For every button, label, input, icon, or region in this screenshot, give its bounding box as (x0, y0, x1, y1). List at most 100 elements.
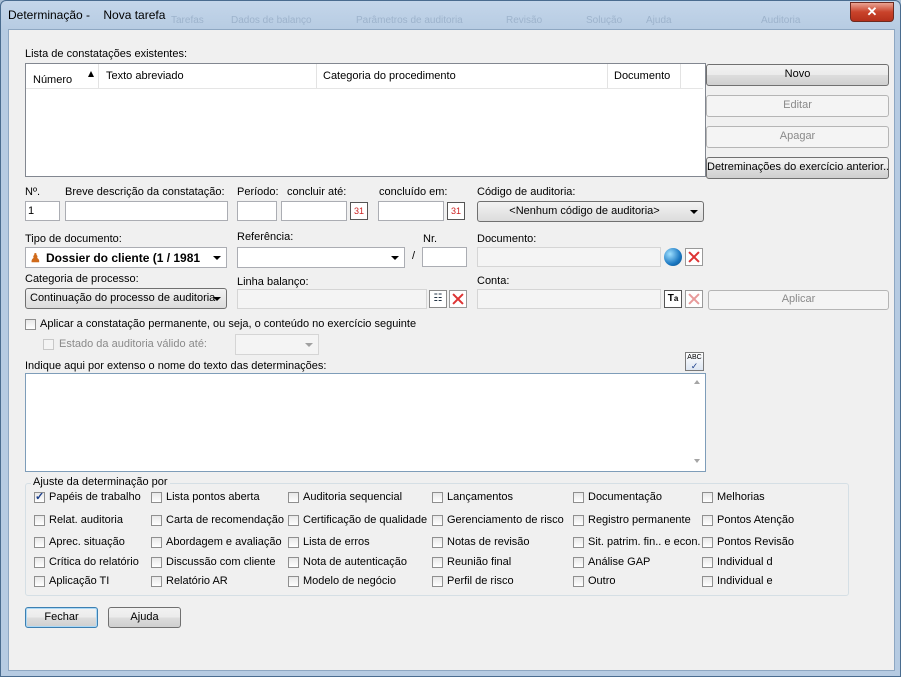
adjust-checkbox[interactable] (288, 515, 299, 526)
clear-account-icon[interactable] (685, 290, 703, 308)
adjust-checkbox[interactable] (702, 515, 713, 526)
adjust-checkbox-label: Outro (588, 575, 616, 587)
text-assist-icon[interactable]: Ta (664, 290, 682, 308)
adjust-checkbox-label: Papéis de trabalho (49, 491, 141, 503)
determination-text-area[interactable] (25, 373, 706, 472)
adjust-checkbox[interactable] (288, 557, 299, 568)
adjust-checkbox[interactable] (432, 557, 443, 568)
balance-line-label: Linha balanço: (237, 276, 309, 288)
adjust-checkbox[interactable] (34, 557, 45, 568)
process-category-label: Categoria de processo: (25, 273, 139, 285)
findings-list-header: Número Texto abreviado Categoria do proc… (26, 64, 703, 89)
balance-line-field[interactable] (237, 289, 427, 309)
audit-state-checkbox[interactable] (43, 339, 54, 350)
adjust-checkbox[interactable] (573, 515, 584, 526)
adjust-checkbox[interactable] (34, 515, 45, 526)
adjust-checkbox[interactable] (702, 557, 713, 568)
column-header-number[interactable]: Número (33, 74, 72, 86)
adjust-checkbox[interactable] (151, 515, 162, 526)
help-button[interactable]: Ajuda (108, 607, 181, 628)
column-header-short-text[interactable]: Texto abreviado (106, 70, 184, 82)
number-field[interactable]: 1 (25, 201, 60, 221)
close-window-button[interactable]: ✕ (850, 2, 894, 22)
adjust-checkbox-label: Documentação (588, 491, 662, 503)
dialog-client-area: Lista de constatações existentes: Número… (8, 29, 895, 671)
permanent-finding-checkbox[interactable] (25, 319, 36, 330)
balance-list-icon[interactable]: ☷ (429, 290, 447, 308)
determination-text-label: Indique aqui por extenso o nome do texto… (25, 360, 327, 372)
adjust-checkbox[interactable] (573, 576, 584, 587)
audit-code-value: <Nenhum código de auditoria> (509, 205, 660, 217)
short-description-field[interactable] (65, 201, 228, 221)
title-bar: Tarefas Dados de balanço Parâmetros de a… (1, 1, 900, 27)
adjust-checkbox[interactable] (573, 537, 584, 548)
background-menu-item: Parâmetros de auditoria (356, 15, 463, 26)
adjust-checkbox-label: Certificação de qualidade (303, 514, 428, 526)
adjust-checkbox[interactable] (702, 492, 713, 503)
adjust-checkbox-label: Lista de erros (303, 536, 370, 548)
account-label: Conta: (477, 275, 510, 287)
background-menu-item: Ajuda (646, 15, 672, 26)
background-menu-item: Revisão (506, 15, 543, 26)
concluded-on-date-field[interactable] (378, 201, 444, 221)
adjust-checkbox[interactable] (151, 557, 162, 568)
adjust-checkbox[interactable] (432, 492, 443, 503)
column-header-procedure-category[interactable]: Categoria do procedimento (323, 70, 456, 82)
period-field[interactable] (237, 201, 277, 221)
number-label: Nº. (25, 186, 41, 198)
adjust-checkbox-label: Melhorias (717, 491, 765, 503)
new-button[interactable]: Novo (706, 64, 889, 86)
process-category-select[interactable]: Continuação do processo de auditoria (25, 288, 227, 309)
chevron-down-icon (391, 256, 399, 260)
adjust-checkbox-label: Individual e (717, 575, 773, 587)
adjust-checkbox[interactable] (151, 492, 162, 503)
reference-select[interactable] (237, 247, 405, 268)
calendar-icon[interactable]: 31 (447, 202, 465, 220)
adjust-checkbox[interactable] (34, 576, 45, 587)
adjust-checkbox[interactable] (288, 576, 299, 587)
adjust-checkbox[interactable] (432, 576, 443, 587)
conclude-by-date-field[interactable] (281, 201, 347, 221)
clear-balance-line-icon[interactable] (449, 290, 467, 308)
account-field[interactable] (477, 289, 661, 309)
background-menu-item: Dados de balanço (231, 15, 312, 26)
document-type-label: Tipo de documento: (25, 233, 122, 245)
adjust-checkbox[interactable] (573, 492, 584, 503)
calendar-icon[interactable]: 31 (350, 202, 368, 220)
adjust-checkbox[interactable] (288, 492, 299, 503)
audit-state-select[interactable] (235, 334, 319, 355)
scroll-up-icon[interactable] (694, 380, 700, 384)
nr-label: Nr. (423, 233, 438, 245)
adjust-checkbox[interactable] (34, 537, 45, 548)
edit-button[interactable]: Editar (706, 95, 889, 117)
findings-list[interactable]: Número Texto abreviado Categoria do proc… (25, 63, 706, 177)
adjust-checkbox[interactable] (288, 537, 299, 548)
adjust-checkbox[interactable] (432, 537, 443, 548)
adjust-checkbox[interactable] (573, 557, 584, 568)
adjust-checkbox[interactable] (702, 537, 713, 548)
close-button[interactable]: Fechar (25, 607, 98, 628)
period-label: Período: (237, 186, 279, 198)
adjust-checkbox[interactable] (151, 576, 162, 587)
previous-year-determinations-button[interactable]: Detreminações do exercício anterior... (706, 157, 889, 179)
sort-ascending-icon (88, 71, 94, 77)
column-header-document[interactable]: Documento (614, 70, 670, 82)
nr-field[interactable] (422, 247, 467, 267)
spell-check-icon[interactable]: ABC ✓ (685, 352, 704, 371)
vertical-scrollbar[interactable] (689, 374, 705, 471)
globe-icon[interactable] (664, 248, 682, 266)
scroll-down-icon[interactable] (694, 459, 700, 463)
document-type-select[interactable]: ♟ Dossier do cliente (1 / 1981 (25, 247, 227, 268)
chevron-down-icon (213, 256, 221, 260)
adjust-checkbox-label: Individual d (717, 556, 773, 568)
clear-document-icon[interactable] (685, 248, 703, 266)
document-field[interactable] (477, 247, 661, 267)
audit-code-select[interactable]: <Nenhum código de auditoria> (477, 201, 704, 222)
delete-button[interactable]: Apagar (706, 126, 889, 148)
concluded-on-label: concluído em: (379, 186, 448, 198)
adjust-checkbox[interactable] (151, 537, 162, 548)
adjust-checkbox[interactable] (702, 576, 713, 587)
adjust-checkbox[interactable] (34, 490, 45, 503)
apply-button[interactable]: Aplicar (708, 290, 889, 310)
adjust-checkbox[interactable] (432, 515, 443, 526)
